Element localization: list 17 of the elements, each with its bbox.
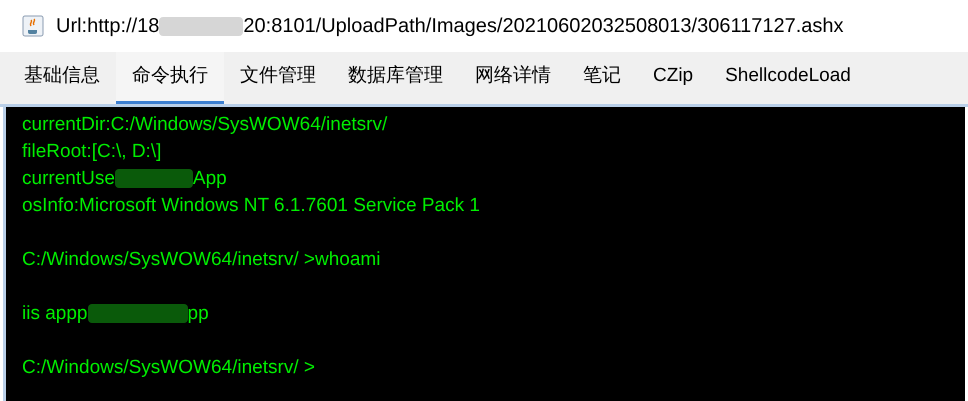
tab[interactable]: 笔记 (567, 52, 637, 104)
tab[interactable]: 基础信息 (8, 52, 116, 104)
terminal-line: currentDir:C:/Windows/SysWOW64/inetsrv/ (22, 113, 388, 137)
terminal-line: C:/Windows/SysWOW64/inetsrv/ >whoami (22, 248, 382, 272)
tab[interactable]: 文件管理 (224, 52, 332, 104)
java-cup-icon (22, 15, 44, 37)
tab[interactable]: ShellcodeLoad (709, 52, 867, 104)
tab[interactable]: 网络详情 (459, 52, 567, 104)
terminal-line: fileRoot:[C:\, D:\] (22, 140, 162, 164)
terminal-line: osInfo:Microsoft Windows NT 6.1.7601 Service Pack 1 (22, 194, 481, 218)
tab[interactable]: 命令执行 (116, 52, 224, 104)
tab[interactable]: CZip (637, 52, 710, 104)
terminal-line: iis appp pp (22, 302, 210, 326)
window-title: Url:http://18 20:8101/UploadPath/Images/20210602032508013/306117127.ashx (56, 14, 844, 39)
terminal-line: C:/Windows/SysWOW64/inetsrv/ > (22, 356, 316, 380)
terminal-line: currentUse App (22, 167, 228, 191)
tab[interactable]: 数据库管理 (332, 52, 459, 104)
